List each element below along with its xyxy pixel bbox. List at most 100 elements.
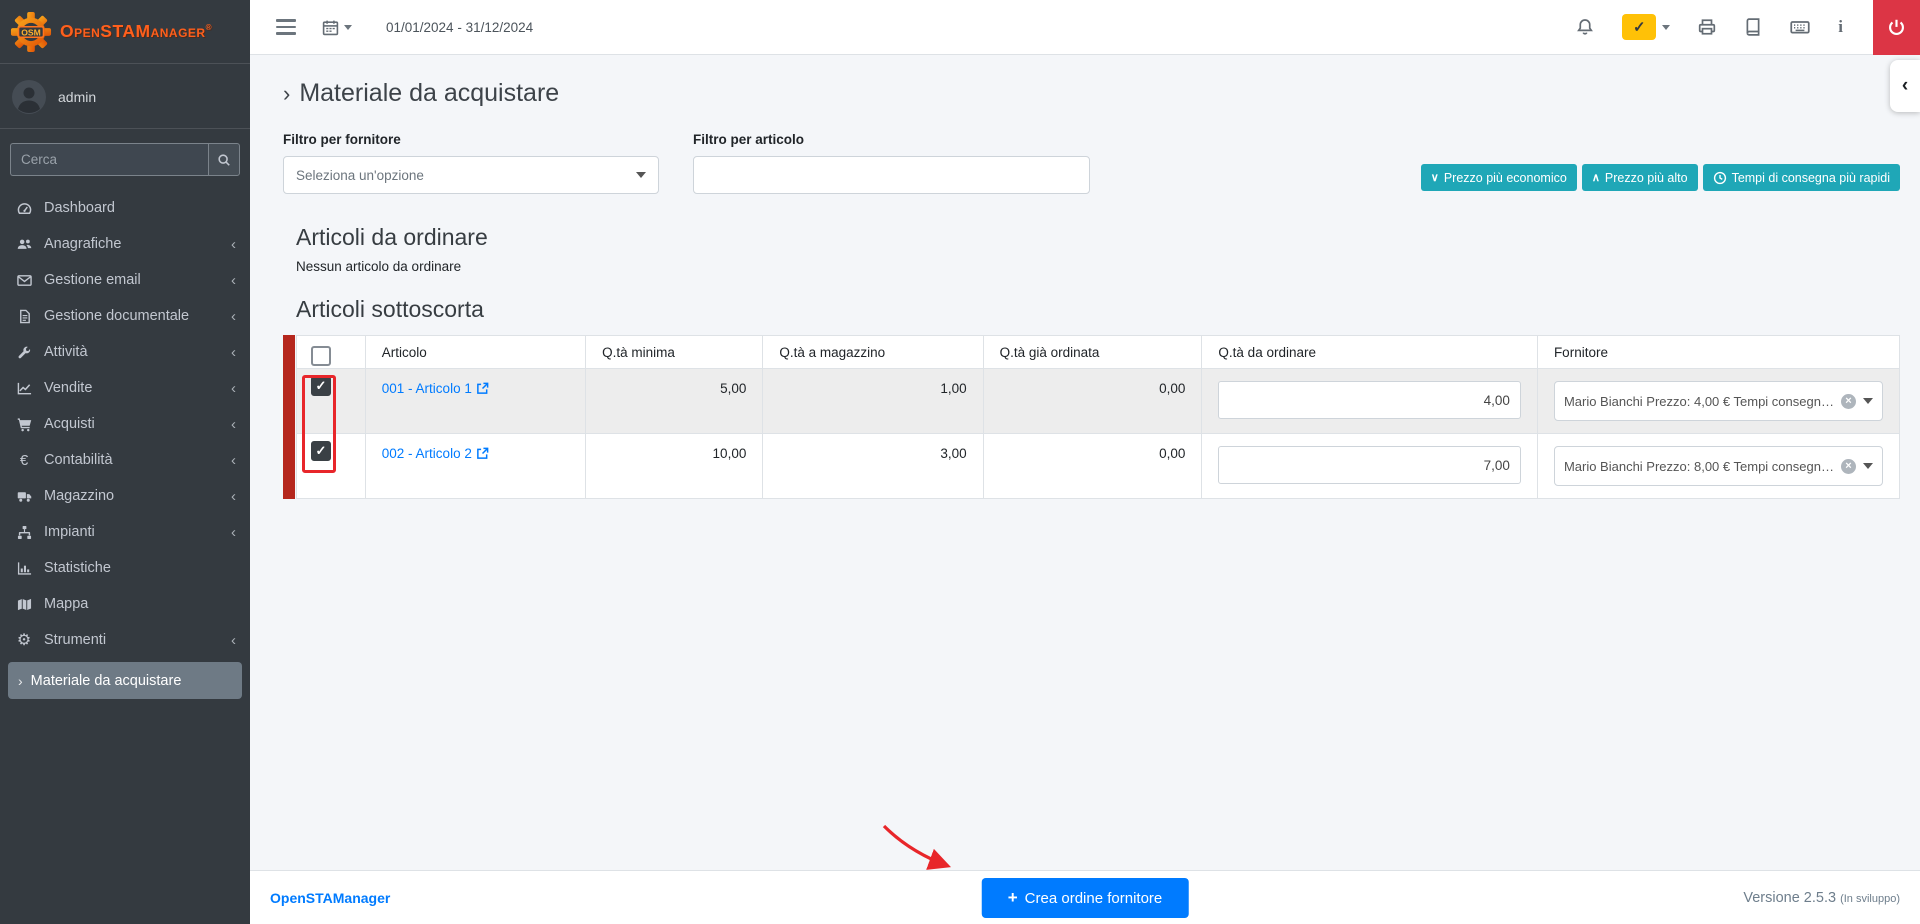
- sidebar-item-gestione-documentale[interactable]: Gestione documentale ‹: [0, 298, 250, 334]
- footer-brand-link[interactable]: OpenSTAManager: [270, 890, 390, 906]
- chevron-left-icon: ‹: [231, 416, 236, 433]
- section-title-understock: Articoli sottoscorta: [296, 296, 1900, 323]
- chevron-left-icon: ‹: [231, 632, 236, 649]
- search-input[interactable]: [10, 143, 208, 176]
- caret-down-icon: [1662, 25, 1670, 30]
- app-title: OpenSTAManager®: [60, 21, 212, 42]
- username: admin: [58, 89, 96, 105]
- sidebar-item-label: Dashboard: [44, 200, 115, 216]
- info-button[interactable]: i: [1838, 17, 1843, 37]
- qta-da-ordinare-input[interactable]: [1218, 446, 1521, 484]
- logout-button[interactable]: [1873, 0, 1920, 55]
- search-button[interactable]: [208, 143, 240, 176]
- docs-button[interactable]: [1744, 18, 1762, 36]
- column-header-qta-gia-ordinata: Q.tà già ordinata: [983, 336, 1202, 369]
- topbar: 01/01/2024 - 31/12/2024 ✓ i: [250, 0, 1920, 55]
- highest-price-button[interactable]: ∧ Prezzo più alto: [1582, 164, 1698, 191]
- gauge-icon: [15, 201, 33, 216]
- sidebar-item-anagrafiche[interactable]: Anagrafiche ‹: [0, 226, 250, 262]
- supplier-select[interactable]: Mario Bianchi Prezzo: 8,00 € Tempi conse…: [1554, 446, 1883, 486]
- external-link-icon: [476, 382, 489, 395]
- sidebar-item-label: Contabilità: [44, 452, 113, 468]
- filters-row: Filtro per fornitore Seleziona un'opzion…: [283, 132, 1900, 194]
- plus-icon: +: [1008, 888, 1018, 908]
- select-all-checkbox[interactable]: [311, 346, 331, 366]
- svg-text:OSM: OSM: [21, 27, 41, 37]
- supplier-filter-select[interactable]: Seleziona un'opzione: [283, 156, 659, 194]
- sidebar-item-statistiche[interactable]: Statistiche: [0, 550, 250, 586]
- supplier-filter-label: Filtro per fornitore: [283, 132, 659, 147]
- chevron-left-icon: ‹: [231, 272, 236, 289]
- sidebar: OSM OpenSTAManager® admin Dashboard: [0, 0, 250, 924]
- sidebar-item-label: Attività: [44, 344, 88, 360]
- article-filter-input[interactable]: [693, 156, 1090, 194]
- article-link[interactable]: 001 - Articolo 1: [382, 381, 489, 396]
- sidebar-item-mappa[interactable]: Mappa: [0, 586, 250, 622]
- clock-icon: [1713, 171, 1727, 185]
- sidebar-item-label: Magazzino: [44, 488, 114, 504]
- sidebar-item-contabilita[interactable]: € Contabilità ‹: [0, 442, 250, 478]
- sidebar-item-label: Gestione documentale: [44, 308, 189, 324]
- shortcuts-button[interactable]: [1790, 17, 1810, 37]
- search-icon: [217, 153, 231, 167]
- notifications-button[interactable]: [1576, 18, 1594, 36]
- chevron-left-icon: ‹: [231, 308, 236, 325]
- book-icon: [1744, 18, 1762, 36]
- row-checkbox[interactable]: ✓: [311, 376, 331, 396]
- footer: OpenSTAManager + Crea ordine fornitore V…: [250, 870, 1920, 924]
- caret-down-icon: [344, 25, 352, 30]
- sidebar-item-dashboard[interactable]: Dashboard: [0, 190, 250, 226]
- sidebar-item-label: Strumenti: [44, 632, 106, 648]
- sidebar-item-materiale-da-acquistare[interactable]: › Materiale da acquistare: [8, 662, 242, 699]
- users-icon: [15, 237, 33, 252]
- truck-icon: [15, 489, 33, 504]
- sidebar-item-vendite[interactable]: Vendite ‹: [0, 370, 250, 406]
- widgets-collapse-button[interactable]: ‹: [1890, 60, 1920, 112]
- qta-da-ordinare-input[interactable]: [1218, 381, 1521, 419]
- print-button[interactable]: [1698, 18, 1716, 36]
- keyboard-icon: [1790, 17, 1810, 37]
- qta-magazzino-value: 3,00: [763, 434, 983, 499]
- sidebar-item-magazzino[interactable]: Magazzino ‹: [0, 478, 250, 514]
- chevron-left-icon: ‹: [231, 524, 236, 541]
- sort-buttons: ∨ Prezzo più economico ∧ Prezzo più alto…: [1421, 164, 1900, 191]
- qta-gia-ordinata-value: 0,00: [983, 369, 1202, 434]
- clear-icon[interactable]: ×: [1841, 459, 1856, 474]
- caret-down-icon: [1863, 463, 1873, 469]
- app-window: OSM OpenSTAManager® admin Dashboard: [0, 0, 1920, 924]
- empty-to-order-text: Nessun articolo da ordinare: [296, 259, 1900, 274]
- column-header-qta-minima: Q.tà minima: [586, 336, 763, 369]
- fastest-delivery-button[interactable]: Tempi di consegna più rapidi: [1703, 164, 1900, 191]
- date-range-picker[interactable]: [322, 19, 352, 36]
- article-filter-label: Filtro per articolo: [693, 132, 1090, 147]
- date-range-value[interactable]: 01/01/2024 - 31/12/2024: [386, 20, 533, 35]
- sidebar-item-acquisti[interactable]: Acquisti ‹: [0, 406, 250, 442]
- sidebar-item-gestione-email[interactable]: Gestione email ‹: [0, 262, 250, 298]
- version-text: Versione 2.5.3 (In sviluppo): [1743, 890, 1900, 906]
- supplier-filter-group: Filtro per fornitore Seleziona un'opzion…: [283, 132, 659, 194]
- article-link[interactable]: 002 - Articolo 2: [382, 446, 489, 461]
- clear-icon[interactable]: ×: [1841, 394, 1856, 409]
- row-checkbox[interactable]: ✓: [311, 441, 331, 461]
- chevron-left-glyph: ‹: [1902, 75, 1908, 97]
- hamburger-menu-icon[interactable]: [276, 15, 296, 38]
- bell-icon: [1576, 18, 1594, 36]
- sidebar-item-strumenti[interactable]: ⚙ Strumenti ‹: [0, 622, 250, 658]
- sidebar-item-label: Impianti: [44, 524, 95, 540]
- cheapest-price-button[interactable]: ∨ Prezzo più economico: [1421, 164, 1577, 191]
- chevron-right-icon: ›: [18, 673, 23, 689]
- sidebar-item-label: Gestione email: [44, 272, 141, 288]
- qta-magazzino-value: 1,00: [763, 369, 983, 434]
- sidebar-item-attivita[interactable]: Attività ‹: [0, 334, 250, 370]
- understock-table: Articolo Q.tà minima Q.tà a magazzino Q.…: [296, 335, 1900, 499]
- create-supplier-order-button[interactable]: + Crea ordine fornitore: [982, 878, 1189, 918]
- tasks-status-button[interactable]: ✓: [1622, 14, 1670, 40]
- supplier-select-value: Mario Bianchi Prezzo: 8,00 € Tempi conse…: [1564, 459, 1834, 474]
- sidebar-item-impianti[interactable]: Impianti ‹: [0, 514, 250, 550]
- topbar-actions: ✓ i: [1576, 0, 1904, 55]
- qta-minima-value: 5,00: [586, 369, 763, 434]
- table-row: ✓ 002 - Articolo 2 10,00 3,00 0,00 Mario…: [297, 434, 1900, 499]
- sitemap-icon: [15, 525, 33, 540]
- supplier-select[interactable]: Mario Bianchi Prezzo: 4,00 € Tempi conse…: [1554, 381, 1883, 421]
- envelope-icon: [15, 273, 33, 288]
